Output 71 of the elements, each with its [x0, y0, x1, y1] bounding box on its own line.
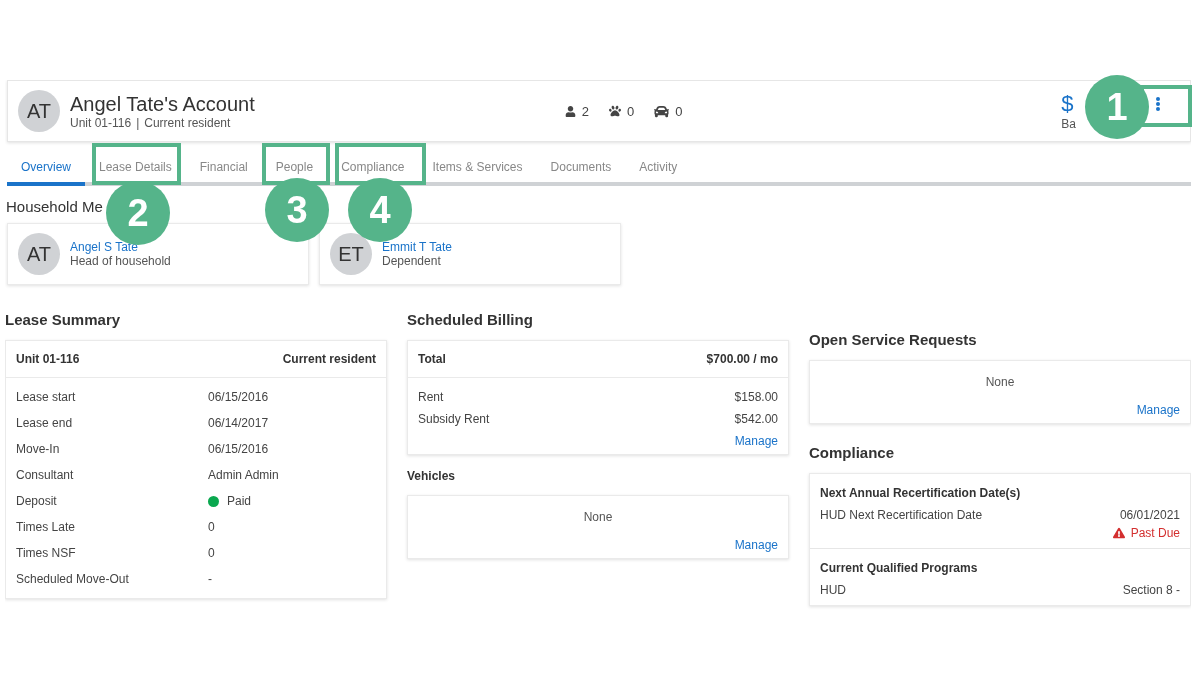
member-role: Dependent	[382, 254, 442, 268]
section-title: Household Me	[6, 198, 103, 215]
manage-link[interactable]: Manage	[734, 434, 778, 448]
row-label: Lease start	[16, 390, 77, 404]
more-menu-button[interactable]	[1156, 97, 1160, 111]
callout-number-tooltip: 3	[265, 178, 329, 242]
paw-icon	[608, 105, 621, 117]
section-title: Compliance	[809, 444, 896, 461]
empty-text: None	[582, 510, 614, 524]
balance-amount: $	[1061, 91, 1074, 117]
row-label: Rent	[418, 390, 444, 404]
row-value: 06/01/2021	[1119, 508, 1180, 522]
tab[interactable]: Overview	[7, 150, 85, 186]
total-value: $700.00 / mo	[706, 352, 778, 366]
row-label: HUD	[820, 583, 846, 597]
status-label: Current resident	[144, 115, 231, 130]
card-header-text: Unit 01-116	[16, 352, 81, 366]
row-value: -	[208, 572, 212, 586]
person-icon	[564, 105, 576, 117]
tab[interactable]: Activity	[625, 150, 692, 186]
tab[interactable]: Documents	[536, 150, 626, 186]
count-value: 2	[581, 103, 589, 119]
warning-icon	[1112, 527, 1125, 539]
subsection-title: Next Annual Recertification Date(s)	[820, 486, 1022, 500]
row-label: Times Late	[16, 520, 76, 534]
row-value: Admin Admin	[208, 468, 279, 482]
count-value: 0	[675, 103, 683, 119]
row-value: 06/15/2016	[208, 442, 269, 456]
tab[interactable]: Financial	[185, 150, 262, 186]
row-label: Consultant	[16, 468, 75, 482]
row-value: 0	[208, 546, 215, 560]
tab[interactable]: Items & Services	[418, 150, 537, 186]
total-label: Total	[418, 352, 446, 366]
manage-link[interactable]: Manage	[734, 538, 778, 552]
subsection-title: Current Qualified Programs	[820, 561, 979, 575]
row-value: 06/14/2017	[208, 416, 269, 430]
row-value: $158.00	[734, 390, 778, 404]
account-title: Angel Tate's Account	[70, 92, 255, 116]
callout-number-tooltip: 1	[1085, 75, 1149, 139]
row-value: 06/15/2016	[208, 390, 269, 404]
row-label: Scheduled Move-Out	[16, 572, 130, 586]
empty-text: None	[984, 375, 1016, 389]
separator: |	[136, 115, 140, 130]
row-label: Times NSF	[16, 546, 77, 560]
avatar: AT	[18, 233, 60, 275]
section-title: Scheduled Billing	[407, 311, 534, 328]
member-link[interactable]: Emmit T Tate	[382, 240, 453, 254]
section-title: Lease Summary	[5, 311, 122, 328]
row-value: Paid	[227, 494, 252, 508]
count-value: 0	[626, 103, 635, 119]
car-icon	[654, 103, 670, 119]
row-label: Move-In	[16, 442, 61, 456]
manage-link[interactable]: Manage	[1136, 403, 1180, 417]
member-role: Head of household	[70, 254, 171, 268]
row-value: Section 8 -	[1122, 583, 1180, 597]
section-title: Vehicles	[407, 469, 457, 483]
section-title: Open Service Requests	[809, 331, 978, 348]
alert-text: Past Due	[1130, 526, 1180, 540]
unit-label: Unit 01-116	[70, 115, 132, 130]
row-label: Lease end	[16, 416, 74, 430]
row-value: 0	[208, 520, 215, 534]
balance-label: Ba	[1061, 117, 1076, 131]
callout-number-tooltip: 4	[348, 178, 412, 242]
card-header-text: Current resident	[282, 352, 376, 366]
kebab-icon	[1156, 97, 1160, 111]
row-label: Deposit	[16, 494, 58, 508]
avatar: ET	[330, 233, 372, 275]
avatar: AT	[18, 90, 60, 132]
row-label: Subsidy Rent	[418, 412, 490, 426]
row-label: HUD Next Recertification Date	[820, 508, 983, 524]
row-value: $542.00	[734, 412, 778, 426]
